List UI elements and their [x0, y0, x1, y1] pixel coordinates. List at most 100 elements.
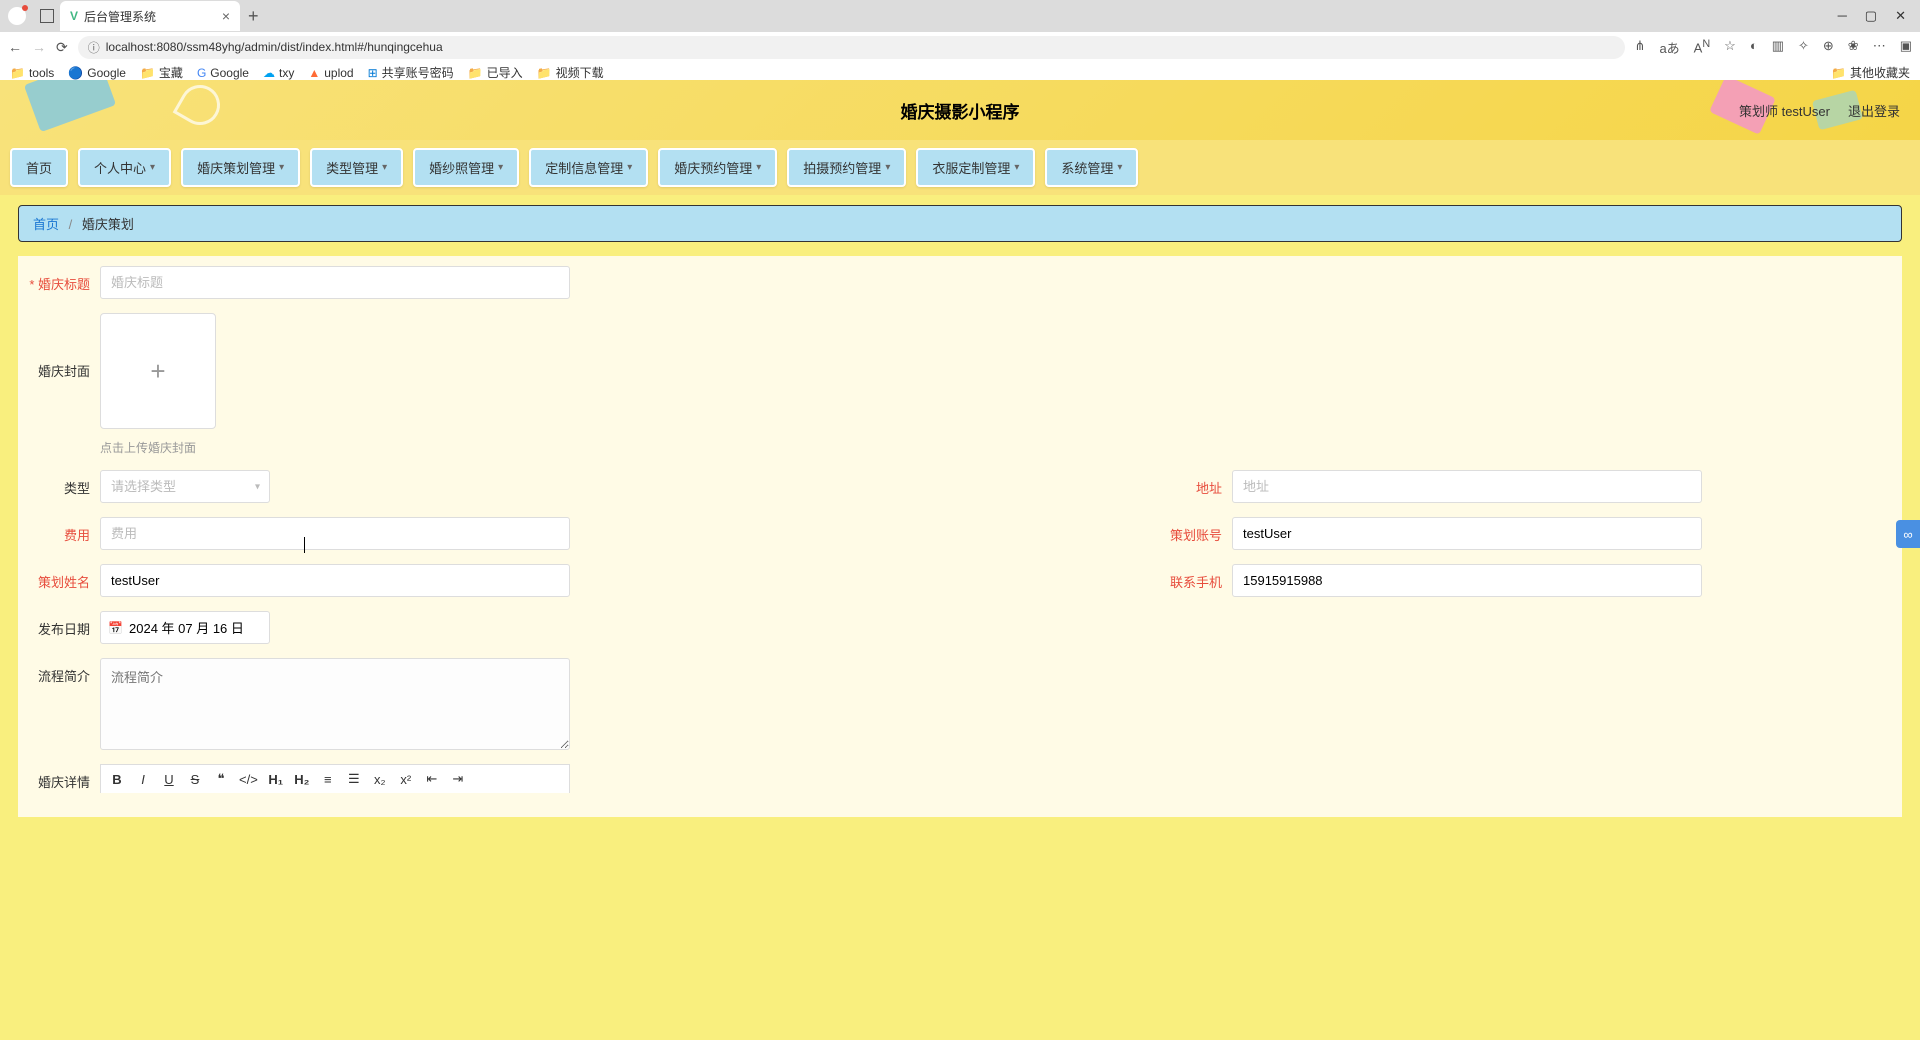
plus-icon: + [150, 356, 165, 387]
chevron-down-icon: ▾ [382, 162, 387, 173]
nav-shoot-booking[interactable]: 拍摄预约管理▾ [787, 148, 906, 187]
editor-ol-button[interactable]: ≡ [320, 772, 336, 787]
fee-label: 费用 [18, 517, 100, 544]
address-bar: ← → ⟳ ⓘ localhost:8080/ssm48yhg/admin/di… [0, 32, 1920, 62]
app-title: 婚庆摄影小程序 [901, 98, 1020, 123]
editor-h1-button[interactable]: H₁ [268, 772, 284, 787]
editor-quote-button[interactable]: ❝ [213, 771, 229, 787]
other-bookmarks[interactable]: 📁其他收藏夹 [1831, 64, 1910, 81]
more-icon[interactable]: ⋯ [1873, 38, 1886, 57]
breadcrumb-home[interactable]: 首页 [33, 217, 59, 232]
title-label: 婚庆标题 [18, 266, 100, 293]
bookmark-uplod[interactable]: ▲uplod [308, 66, 353, 80]
bookmark-txy[interactable]: ☁txy [263, 66, 294, 80]
reload-button[interactable]: ⟳ [56, 39, 68, 56]
bookmark-imported[interactable]: 📁已导入 [468, 64, 523, 81]
chevron-down-icon: ▾ [1117, 162, 1122, 173]
favorite-icon[interactable]: ☆ [1724, 38, 1736, 57]
upload-cover[interactable]: + [100, 313, 216, 429]
forward-button: → [32, 39, 46, 55]
publish-date-input[interactable] [100, 611, 270, 644]
editor-code-button[interactable]: </> [239, 772, 258, 787]
logout-link[interactable]: 退出登录 [1848, 101, 1900, 120]
nav-type[interactable]: 类型管理▾ [310, 148, 403, 187]
nav-wedding-booking[interactable]: 婚庆预约管理▾ [658, 148, 777, 187]
editor-outdent-button[interactable]: ⇤ [424, 771, 440, 787]
sidebar-icon[interactable]: ▥ [1772, 38, 1784, 57]
split-icon[interactable]: ◐ [1750, 38, 1758, 57]
bookmark-share[interactable]: ⊞共享账号密码 [368, 64, 454, 81]
editor-italic-button[interactable]: I [135, 772, 151, 787]
chevron-down-icon: ▾ [1014, 162, 1019, 173]
phone-label: 联系手机 [1150, 564, 1232, 591]
form: 婚庆标题 婚庆封面 + 点击上传婚庆封面 [18, 256, 1902, 817]
editor-strike-button[interactable]: S [187, 772, 203, 787]
breadcrumb-current: 婚庆策划 [82, 217, 134, 232]
text-cursor [304, 537, 305, 553]
type-select[interactable] [100, 470, 270, 503]
nav-home[interactable]: 首页 [10, 148, 68, 187]
nav-personal[interactable]: 个人中心▾ [78, 148, 171, 187]
phone-input[interactable] [1232, 564, 1702, 597]
side-panel-icon[interactable]: ▣ [1900, 38, 1912, 57]
plan-account-input[interactable] [1232, 517, 1702, 550]
workspace-icon[interactable] [40, 9, 54, 23]
chevron-down-icon: ▾ [279, 162, 284, 173]
url-input[interactable]: ⓘ localhost:8080/ssm48yhg/admin/dist/ind… [78, 36, 1625, 59]
nav-clothes[interactable]: 衣服定制管理▾ [916, 148, 1035, 187]
type-label: 类型 [18, 470, 100, 497]
breadcrumb-separator: / [69, 217, 73, 232]
user-label[interactable]: 策划师 testUser [1739, 101, 1830, 120]
editor-indent-button[interactable]: ⇥ [450, 771, 466, 787]
nav-wedding-plan[interactable]: 婚庆策划管理▾ [181, 148, 300, 187]
app-viewport: 婚庆摄影小程序 策划师 testUser 退出登录 首页 个人中心▾ 婚庆策划管… [0, 80, 1920, 1040]
publish-date-label: 发布日期 [18, 611, 100, 638]
close-window-icon[interactable]: ✕ [1895, 8, 1906, 24]
bookmark-google[interactable]: 🔵Google [68, 66, 126, 80]
editor-underline-button[interactable]: U [161, 772, 177, 787]
editor-bold-button[interactable]: B [109, 772, 125, 787]
editor-sub-button[interactable]: x₂ [372, 772, 388, 787]
side-widget-icon[interactable]: ∞ [1896, 520, 1920, 548]
bookmark-video[interactable]: 📁视频下载 [537, 64, 604, 81]
editor-sup-button[interactable]: x² [398, 772, 414, 787]
back-button[interactable]: ← [8, 39, 22, 55]
fee-input[interactable] [100, 517, 570, 550]
editor-h2-button[interactable]: H₂ [294, 772, 310, 787]
nav-system[interactable]: 系统管理▾ [1045, 148, 1138, 187]
chevron-down-icon: ▾ [150, 162, 155, 173]
extensions-icon[interactable]: ⊕ [1823, 38, 1834, 57]
tab-bar: V 后台管理系统 × + ─ ▢ ✕ [0, 0, 1920, 32]
bookmark-tools[interactable]: 📁tools [10, 66, 54, 80]
chevron-down-icon: ▾ [885, 162, 890, 173]
editor-ul-button[interactable]: ☰ [346, 771, 362, 787]
detail-label: 婚庆详情 [18, 764, 100, 791]
collections-icon[interactable]: ✧ [1798, 38, 1809, 57]
read-aloud-icon[interactable]: ⋔ [1635, 38, 1646, 57]
profile-icon[interactable] [8, 7, 26, 25]
maximize-icon[interactable]: ▢ [1865, 8, 1877, 24]
chevron-down-icon: ▾ [756, 162, 761, 173]
nav-bar: 首页 个人中心▾ 婚庆策划管理▾ 类型管理▾ 婚纱照管理▾ 定制信息管理▾ 婚庆… [0, 140, 1920, 195]
title-input[interactable] [100, 266, 570, 299]
address-input[interactable] [1232, 470, 1702, 503]
translate-icon[interactable]: aあ [1659, 38, 1679, 57]
content: 首页 / 婚庆策划 婚庆标题 婚庆封面 + [0, 195, 1920, 827]
nav-photo[interactable]: 婚纱照管理▾ [413, 148, 519, 187]
text-size-icon[interactable]: AN [1694, 38, 1711, 57]
minimize-icon[interactable]: ─ [1838, 8, 1847, 24]
nav-custom-info[interactable]: 定制信息管理▾ [529, 148, 648, 187]
new-tab-button[interactable]: + [240, 6, 267, 27]
url-text: localhost:8080/ssm48yhg/admin/dist/index… [106, 40, 443, 54]
flow-textarea[interactable] [100, 658, 570, 750]
app-header: 婚庆摄影小程序 策划师 testUser 退出登录 [0, 80, 1920, 140]
plan-name-label: 策划姓名 [18, 564, 100, 591]
close-tab-icon[interactable]: × [222, 8, 230, 24]
sync-icon[interactable]: ❀ [1848, 38, 1859, 57]
plan-name-input[interactable] [100, 564, 570, 597]
bookmark-google2[interactable]: GGoogle [197, 66, 249, 80]
header-decoration [173, 80, 228, 132]
browser-tab[interactable]: V 后台管理系统 × [60, 1, 240, 31]
bookmark-baozang[interactable]: 📁宝藏 [140, 64, 183, 81]
plan-account-label: 策划账号 [1150, 517, 1232, 544]
